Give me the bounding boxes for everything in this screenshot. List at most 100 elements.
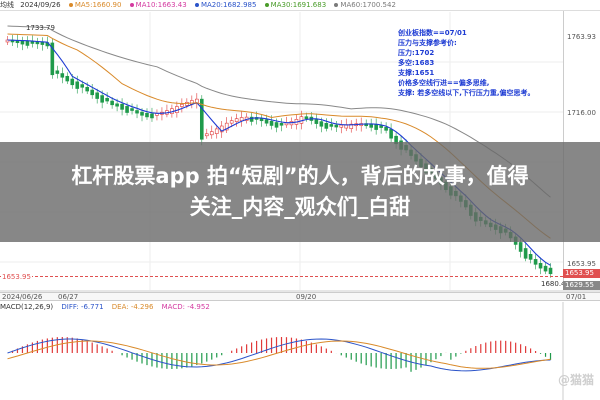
candle-body xyxy=(518,242,523,252)
candle-body xyxy=(269,120,274,126)
price-tag-current: 1629.55 xyxy=(563,281,600,290)
price-axis-tick: 1653.95 xyxy=(567,260,596,268)
ma20-dot-icon xyxy=(194,2,199,7)
candle-body xyxy=(120,103,124,110)
ma30-label: MA30:1691.683 xyxy=(263,1,326,9)
candle-body xyxy=(60,73,65,78)
candle-body xyxy=(329,124,334,127)
price-axis-tick: 1716.00 xyxy=(567,109,596,117)
candle-body xyxy=(214,128,219,134)
ma5-label: MA5:1660.90 xyxy=(67,1,121,9)
high-price-label: 1733.79 xyxy=(26,24,55,32)
headline-overlay: 杠杆股票app 拍“短剧”的人，背后的故事，值得 关注_内容_观众们_白甜 xyxy=(0,142,600,242)
candle-body xyxy=(105,97,109,102)
candle-body xyxy=(334,124,339,128)
info-title: 创业板指数==07/01 xyxy=(398,29,467,37)
candle-body xyxy=(304,116,309,119)
low-price-label: 1680.4 xyxy=(541,280,566,288)
info-line: 压力与支撑参考价: xyxy=(398,39,457,47)
macd-dea: DEA: -4.296 xyxy=(111,303,154,311)
date-axis: 2024/06/26 06/27 09/20 07/01 xyxy=(0,292,600,301)
candle-body xyxy=(55,70,60,74)
candle-body xyxy=(279,123,284,126)
candle-body xyxy=(548,267,553,275)
price-tag-low-ref: 1653.95 xyxy=(563,269,600,278)
ma60-dot-icon xyxy=(334,2,339,7)
macd-dea-line xyxy=(7,340,551,369)
candle-body xyxy=(229,120,234,124)
candle-body xyxy=(538,263,543,269)
ma20-label: MA20:1682.985 xyxy=(193,1,256,9)
candle-body xyxy=(145,112,149,118)
candle-body xyxy=(180,104,184,107)
stock-chart-screen: 均线 2024/09/26 MA5:1660.90 MA10:1663.43 M… xyxy=(0,0,600,400)
candle-body xyxy=(35,41,40,45)
headline-line-1: 杠杆股票app 拍“短剧”的人，背后的故事，值得 xyxy=(71,164,529,188)
candle-body xyxy=(314,119,319,124)
info-line: 压力:1702 xyxy=(398,49,435,57)
ma-legend: 均线 2024/09/26 MA5:1660.90 MA10:1663.43 M… xyxy=(0,0,600,11)
candle-body xyxy=(115,103,119,107)
candle-body xyxy=(533,259,538,265)
ma5-dot-icon xyxy=(68,2,73,7)
candle-body xyxy=(65,75,70,82)
candle-body xyxy=(130,108,134,111)
candle-body xyxy=(274,122,279,128)
macd-value: MACD: -4.952 xyxy=(161,303,210,311)
candle-body xyxy=(100,95,104,103)
info-line: 支撑:1651 xyxy=(398,69,435,77)
candle-body xyxy=(264,119,269,124)
candle-body xyxy=(80,84,85,88)
headline-line-2: 关注_内容_观众们_白甜 xyxy=(189,195,411,219)
candle-body xyxy=(374,124,378,130)
candle-body xyxy=(339,124,344,128)
candle-body xyxy=(140,111,144,116)
candle-body xyxy=(85,86,90,92)
candle-body xyxy=(234,118,239,122)
watermark-logo: @猫猫 xyxy=(557,373,594,387)
candle-body xyxy=(384,126,388,131)
candle-body xyxy=(70,78,75,86)
candle-body xyxy=(324,122,329,129)
candle-body xyxy=(95,92,99,99)
candle-body xyxy=(209,131,214,136)
date-label: 2024/06/26 xyxy=(2,293,43,301)
candle-body xyxy=(125,106,129,113)
ma10-dot-icon xyxy=(129,2,134,7)
candle-body xyxy=(204,133,209,137)
candle-body xyxy=(110,100,114,106)
date-label: 09/20 xyxy=(296,293,317,301)
candle-body xyxy=(389,129,393,139)
candle-body xyxy=(319,121,324,127)
ma-legend-title: 均线 xyxy=(0,1,14,9)
candle-body xyxy=(30,41,35,44)
macd-legend: MACD(12,26,9) DIFF: -6.771 DEA: -4.296 M… xyxy=(0,302,600,312)
support-resistance-info: 创业板指数==07/01 压力与支撑参考价: 压力:1702 多空:1683 支… xyxy=(398,28,558,98)
price-axis-tick: 1763.93 xyxy=(567,33,596,41)
candle-body xyxy=(90,89,94,96)
candle-body xyxy=(379,125,383,128)
candle-body xyxy=(150,113,154,119)
date-label: 06/27 xyxy=(58,293,79,301)
ma10-label: MA10:1663.43 xyxy=(128,1,187,9)
info-line: 多空:1683 xyxy=(398,59,435,67)
candle-body xyxy=(75,81,80,89)
macd-title: MACD(12,26,9) xyxy=(0,303,54,311)
macd-diff: DIFF: -6.771 xyxy=(61,303,104,311)
candle-body xyxy=(25,40,30,46)
info-line: 支撑: 若多空线以下,下行压力重,偏空思考。 xyxy=(398,89,535,97)
date-label: 07/01 xyxy=(566,293,587,301)
low-reference-label: 1653.95 xyxy=(1,273,32,281)
candle-body xyxy=(135,110,139,114)
candle-body xyxy=(40,41,45,45)
macd-diff-line xyxy=(7,338,551,372)
candle-body xyxy=(543,265,548,272)
candle-body xyxy=(528,254,533,260)
low-reference-line xyxy=(0,276,563,277)
ma-legend-date: 2024/09/26 xyxy=(20,1,61,9)
ma30-dot-icon xyxy=(264,2,269,7)
candle-body xyxy=(523,248,528,259)
ma60-label: MA60:1700.542 xyxy=(332,1,396,9)
candle-body xyxy=(20,40,25,45)
info-line: 价格多空线行进==偏多思维, xyxy=(398,79,490,87)
